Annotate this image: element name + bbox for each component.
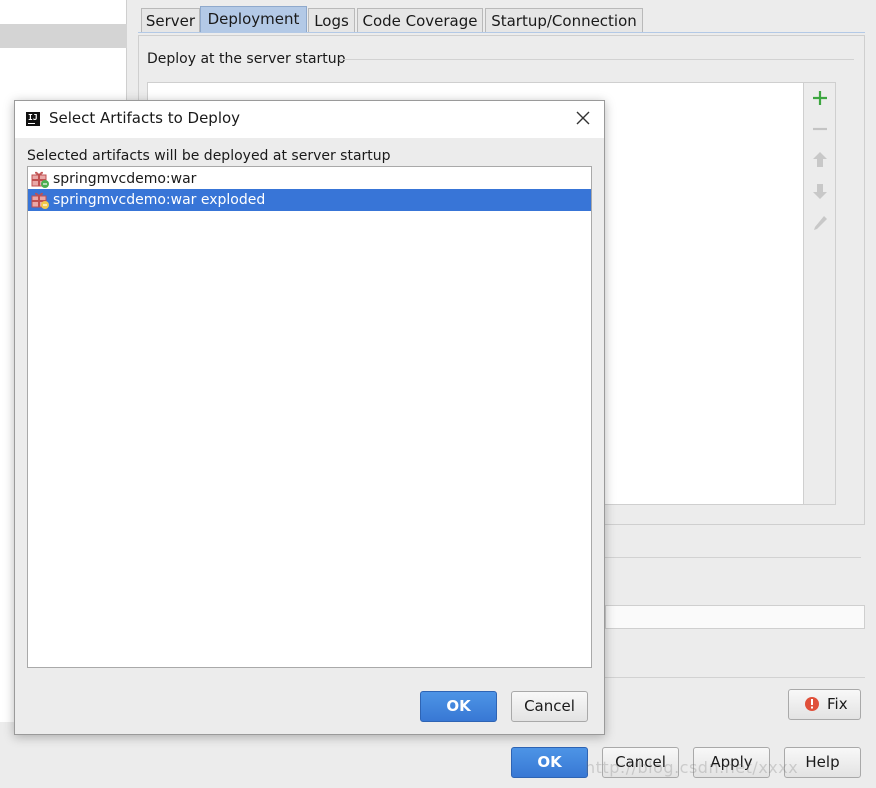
intellij-logo-icon: IJ — [26, 112, 40, 126]
move-up-icon — [813, 152, 827, 167]
move-up-button[interactable] — [806, 147, 834, 173]
dialog-cancel-button[interactable]: Cancel — [511, 691, 588, 722]
fix-button[interactable]: Fix — [788, 689, 861, 720]
add-button[interactable] — [806, 85, 834, 111]
separator — [605, 677, 865, 678]
deployment-toolbar — [804, 82, 836, 505]
text-field[interactable] — [605, 605, 865, 629]
tab-logs[interactable]: Logs — [308, 8, 355, 33]
dialog-title: Select Artifacts to Deploy — [49, 109, 241, 127]
watermark: http://blog.csdn.net/xxxx — [585, 758, 799, 777]
tab-code-coverage[interactable]: Code Coverage — [357, 8, 483, 33]
edit-button[interactable] — [806, 209, 834, 235]
add-icon — [813, 91, 827, 105]
move-down-button[interactable] — [806, 178, 834, 204]
tab-deployment[interactable]: Deployment — [200, 6, 307, 33]
tab-server[interactable]: Server — [141, 8, 200, 33]
left-list-selected-row[interactable] — [0, 24, 127, 48]
tab-strip-divider — [138, 32, 865, 33]
remove-button[interactable] — [806, 116, 834, 142]
artifact-icon — [31, 171, 49, 188]
edit-icon — [814, 216, 827, 230]
artifact-icon — [31, 192, 49, 209]
deploy-section-title: Deploy at the server startup — [147, 51, 346, 67]
fix-label: Fix — [827, 695, 848, 713]
move-down-icon — [813, 184, 827, 199]
error-icon — [805, 697, 819, 711]
artifact-name: springmvcdemo:war exploded — [53, 192, 266, 208]
separator — [605, 557, 861, 558]
close-icon — [576, 111, 590, 125]
artifact-row-war-exploded[interactable]: springmvcdemo:war exploded — [28, 189, 591, 211]
tab-startup-connection[interactable]: Startup/Connection — [485, 8, 643, 33]
dialog-ok-button[interactable]: OK — [420, 691, 497, 722]
dialog-description: Selected artifacts will be deployed at s… — [27, 148, 391, 164]
remove-icon — [813, 127, 827, 131]
ok-button[interactable]: OK — [511, 747, 588, 778]
dialog-close-button[interactable] — [571, 106, 595, 130]
artifact-list[interactable] — [27, 166, 592, 668]
section-divider — [340, 59, 854, 60]
artifact-name: springmvcdemo:war — [53, 171, 197, 187]
artifact-row-war[interactable]: springmvcdemo:war — [28, 168, 591, 190]
